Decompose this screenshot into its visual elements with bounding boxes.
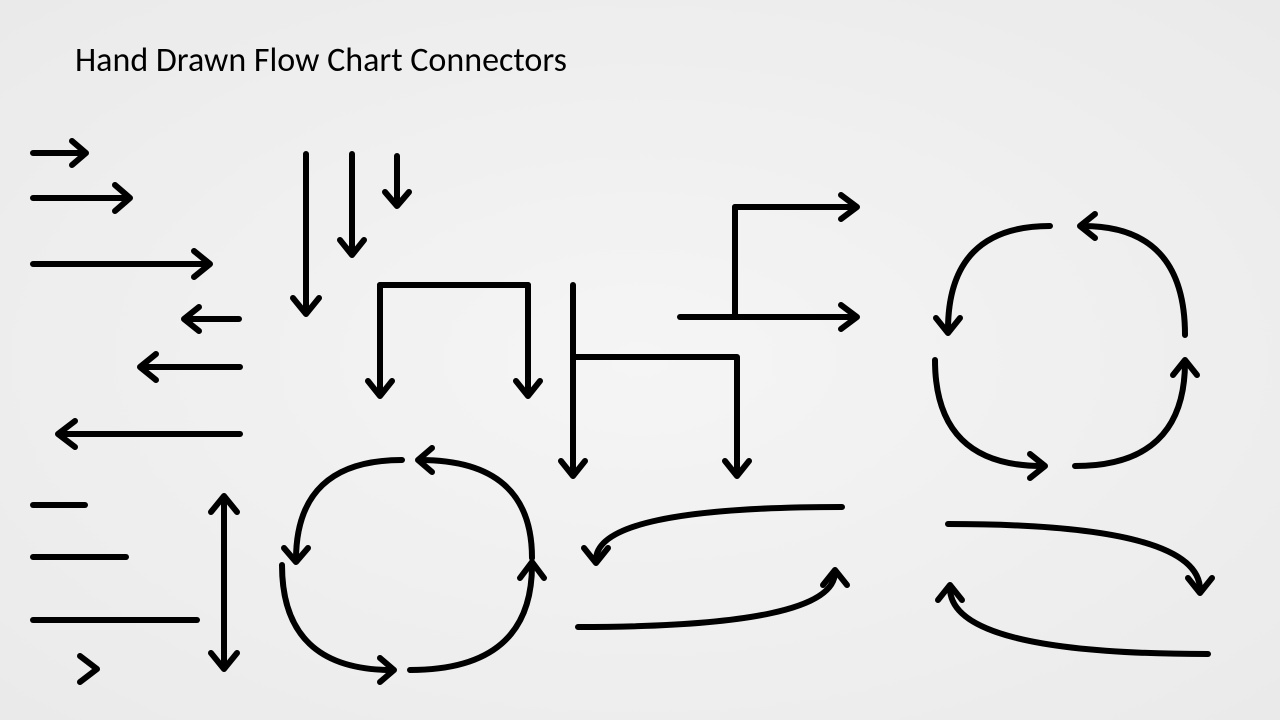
arrow-left-long-icon bbox=[58, 421, 240, 447]
arrow-left-medium-icon bbox=[140, 354, 240, 380]
fork-down-right-icon bbox=[561, 285, 749, 476]
cycle-box-ccw-icon bbox=[282, 448, 544, 682]
arrow-down-short-icon bbox=[385, 156, 409, 206]
fork-right-two-icon bbox=[680, 195, 857, 329]
connectors-canvas bbox=[0, 0, 1280, 720]
arrow-down-long-icon bbox=[293, 154, 319, 314]
arrow-right-medium-icon bbox=[33, 185, 130, 211]
cycle-rect-2-icon bbox=[938, 524, 1212, 654]
chevron-right-icon bbox=[80, 656, 97, 682]
fork-down-two-icon bbox=[368, 285, 540, 396]
arrow-left-short-icon bbox=[184, 307, 239, 331]
arrow-right-long-icon bbox=[33, 251, 210, 277]
cycle-rect-1-icon bbox=[578, 507, 847, 627]
arrow-vertical-double-icon bbox=[211, 496, 237, 669]
cycle-box-cw-icon bbox=[935, 214, 1197, 478]
arrow-right-short-icon bbox=[33, 141, 86, 165]
arrow-down-medium-icon bbox=[340, 154, 364, 255]
slide: Hand Drawn Flow Chart Connectors bbox=[0, 0, 1280, 720]
